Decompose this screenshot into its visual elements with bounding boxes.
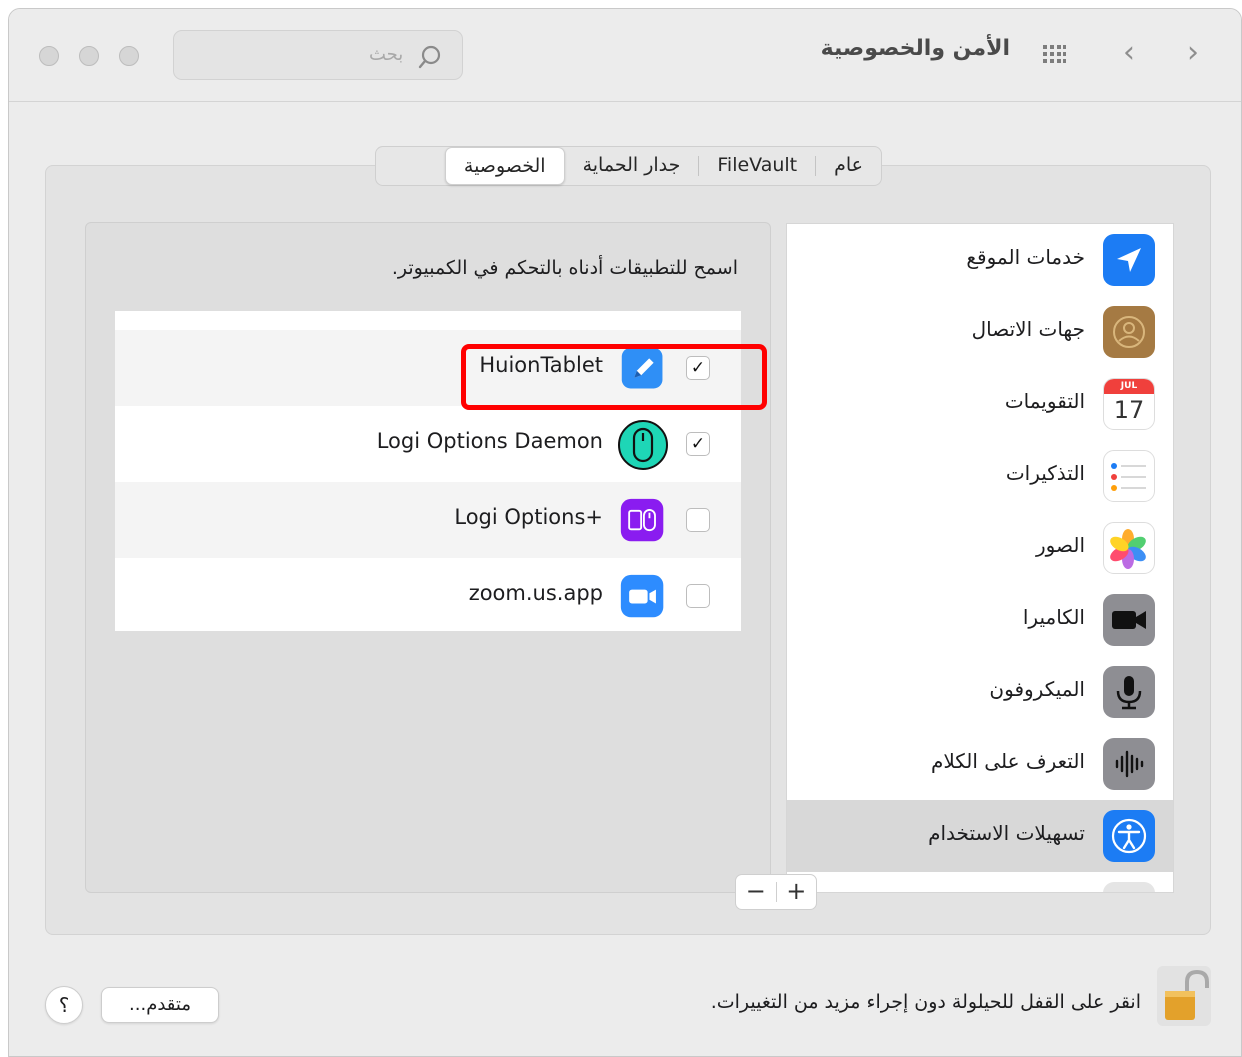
microphone-icon	[1103, 666, 1155, 718]
search-field[interactable]: بحث	[173, 30, 463, 80]
tab-privacy[interactable]: الخصوصية	[444, 147, 565, 185]
sidebar-item-location-services[interactable]: خدمات الموقع	[787, 224, 1173, 296]
add-remove-control: − +	[735, 874, 817, 910]
photos-icon	[1103, 522, 1155, 574]
tab-firewall[interactable]: جدار الحماية	[565, 147, 699, 185]
highlight-annotation-box	[461, 344, 767, 410]
zoom-checkbox[interactable]	[686, 584, 710, 608]
window-title: الأمن والخصوصية	[820, 36, 1010, 61]
contacts-icon	[1103, 306, 1155, 358]
calendar-day: 17	[1113, 396, 1145, 424]
minimize-window-button[interactable]	[79, 46, 99, 66]
location-arrow-icon	[1103, 234, 1155, 286]
sidebar-item-label: الصور	[1036, 533, 1085, 557]
logi-mouse-icon	[617, 419, 669, 471]
sidebar-item-photos[interactable]: الصور	[787, 512, 1173, 584]
sidebar-item-label: التقويمات	[1004, 389, 1085, 413]
system-preferences-window: بحث › ‹ الأمن والخصوصية عام FileVault جد…	[8, 8, 1242, 1057]
nav-forward-button[interactable]: ›	[1187, 35, 1199, 70]
sidebar-item-label: الكاميرا	[1022, 605, 1085, 629]
toolbar: بحث › ‹ الأمن والخصوصية	[9, 9, 1241, 102]
close-window-button[interactable]	[39, 46, 59, 66]
accessibility-permissions-pane: اسمح للتطبيقات أدناه بالتحكم في الكمبيوت…	[85, 222, 817, 910]
partially-visible-icon	[1103, 882, 1155, 892]
search-icon	[418, 45, 441, 69]
logi-options-plus-checkbox[interactable]	[686, 508, 710, 532]
sidebar-item-contacts[interactable]: جهات الاتصال	[787, 296, 1173, 368]
logi-options-daemon-checkbox[interactable]: ✓	[686, 432, 710, 456]
sidebar-item-label: تسهيلات الاستخدام	[928, 821, 1085, 845]
calendar-month: JUL	[1104, 379, 1154, 394]
zoom-window-button[interactable]	[119, 46, 139, 66]
app-name: Logi Options+	[454, 505, 603, 529]
list-item-zoom[interactable]: zoom.us.app	[115, 558, 741, 634]
sidebar-item-label: التعرف على الكلام	[930, 749, 1085, 773]
camera-icon	[1103, 594, 1155, 646]
app-name: Logi Options Daemon	[376, 429, 603, 453]
sidebar-item-label: جهات الاتصال	[971, 317, 1085, 341]
logi-options-plus-icon	[617, 495, 669, 547]
app-name: zoom.us.app	[468, 581, 603, 605]
lock-hint-text: انقر على القفل للحيلولة دون إجراء مزيد م…	[710, 991, 1141, 1013]
sidebar-item-reminders[interactable]: التذكيرات	[787, 440, 1173, 512]
list-item-logi-options-plus[interactable]: Logi Options+	[115, 482, 741, 558]
permission-description: اسمح للتطبيقات أدناه بالتحكم في الكمبيوت…	[391, 257, 738, 279]
lock-icon[interactable]	[1157, 966, 1211, 1026]
sidebar-item-microphone[interactable]: الميكروفون	[787, 656, 1173, 728]
sidebar-item-more[interactable]	[787, 872, 1173, 892]
advanced-button[interactable]: متقدم...	[101, 987, 219, 1023]
speech-waveform-icon	[1103, 738, 1155, 790]
nav-back-button[interactable]: ‹	[1123, 35, 1135, 70]
privacy-category-list[interactable]: خدمات الموقع جهات الاتصال JUL 17 التقويم…	[786, 223, 1174, 893]
sidebar-item-camera[interactable]: الكاميرا	[787, 584, 1173, 656]
sidebar-item-accessibility[interactable]: تسهيلات الاستخدام	[787, 800, 1173, 872]
tab-filevault[interactable]: FileVault	[699, 147, 815, 185]
tab-general[interactable]: عام	[816, 147, 881, 185]
sidebar-item-label: الميكروفون	[989, 677, 1085, 701]
app-list[interactable]: ✓ HuionTablet ✓ Logi Options Daemon Logi…	[115, 311, 767, 634]
zoom-camera-icon	[617, 571, 669, 623]
search-placeholder: بحث	[369, 44, 404, 65]
sidebar-item-calendars[interactable]: JUL 17 التقويمات	[787, 368, 1173, 440]
sidebar-item-speech-recognition[interactable]: التعرف على الكلام	[787, 728, 1173, 800]
sidebar-item-label: التذكيرات	[1005, 461, 1085, 485]
show-all-grid-icon[interactable]	[1041, 43, 1067, 69]
sidebar-item-label: خدمات الموقع	[966, 245, 1085, 269]
accessibility-icon	[1103, 810, 1155, 862]
list-header-spacer	[115, 311, 741, 330]
remove-app-button[interactable]: −	[736, 875, 776, 909]
reminders-icon	[1103, 450, 1155, 502]
list-item-logi-options-daemon[interactable]: ✓ Logi Options Daemon	[115, 406, 741, 482]
tab-bar: عام FileVault جدار الحماية الخصوصية	[375, 146, 882, 186]
calendar-icon: JUL 17	[1103, 378, 1155, 430]
add-app-button[interactable]: +	[777, 875, 817, 909]
help-button[interactable]: ؟	[45, 986, 83, 1024]
